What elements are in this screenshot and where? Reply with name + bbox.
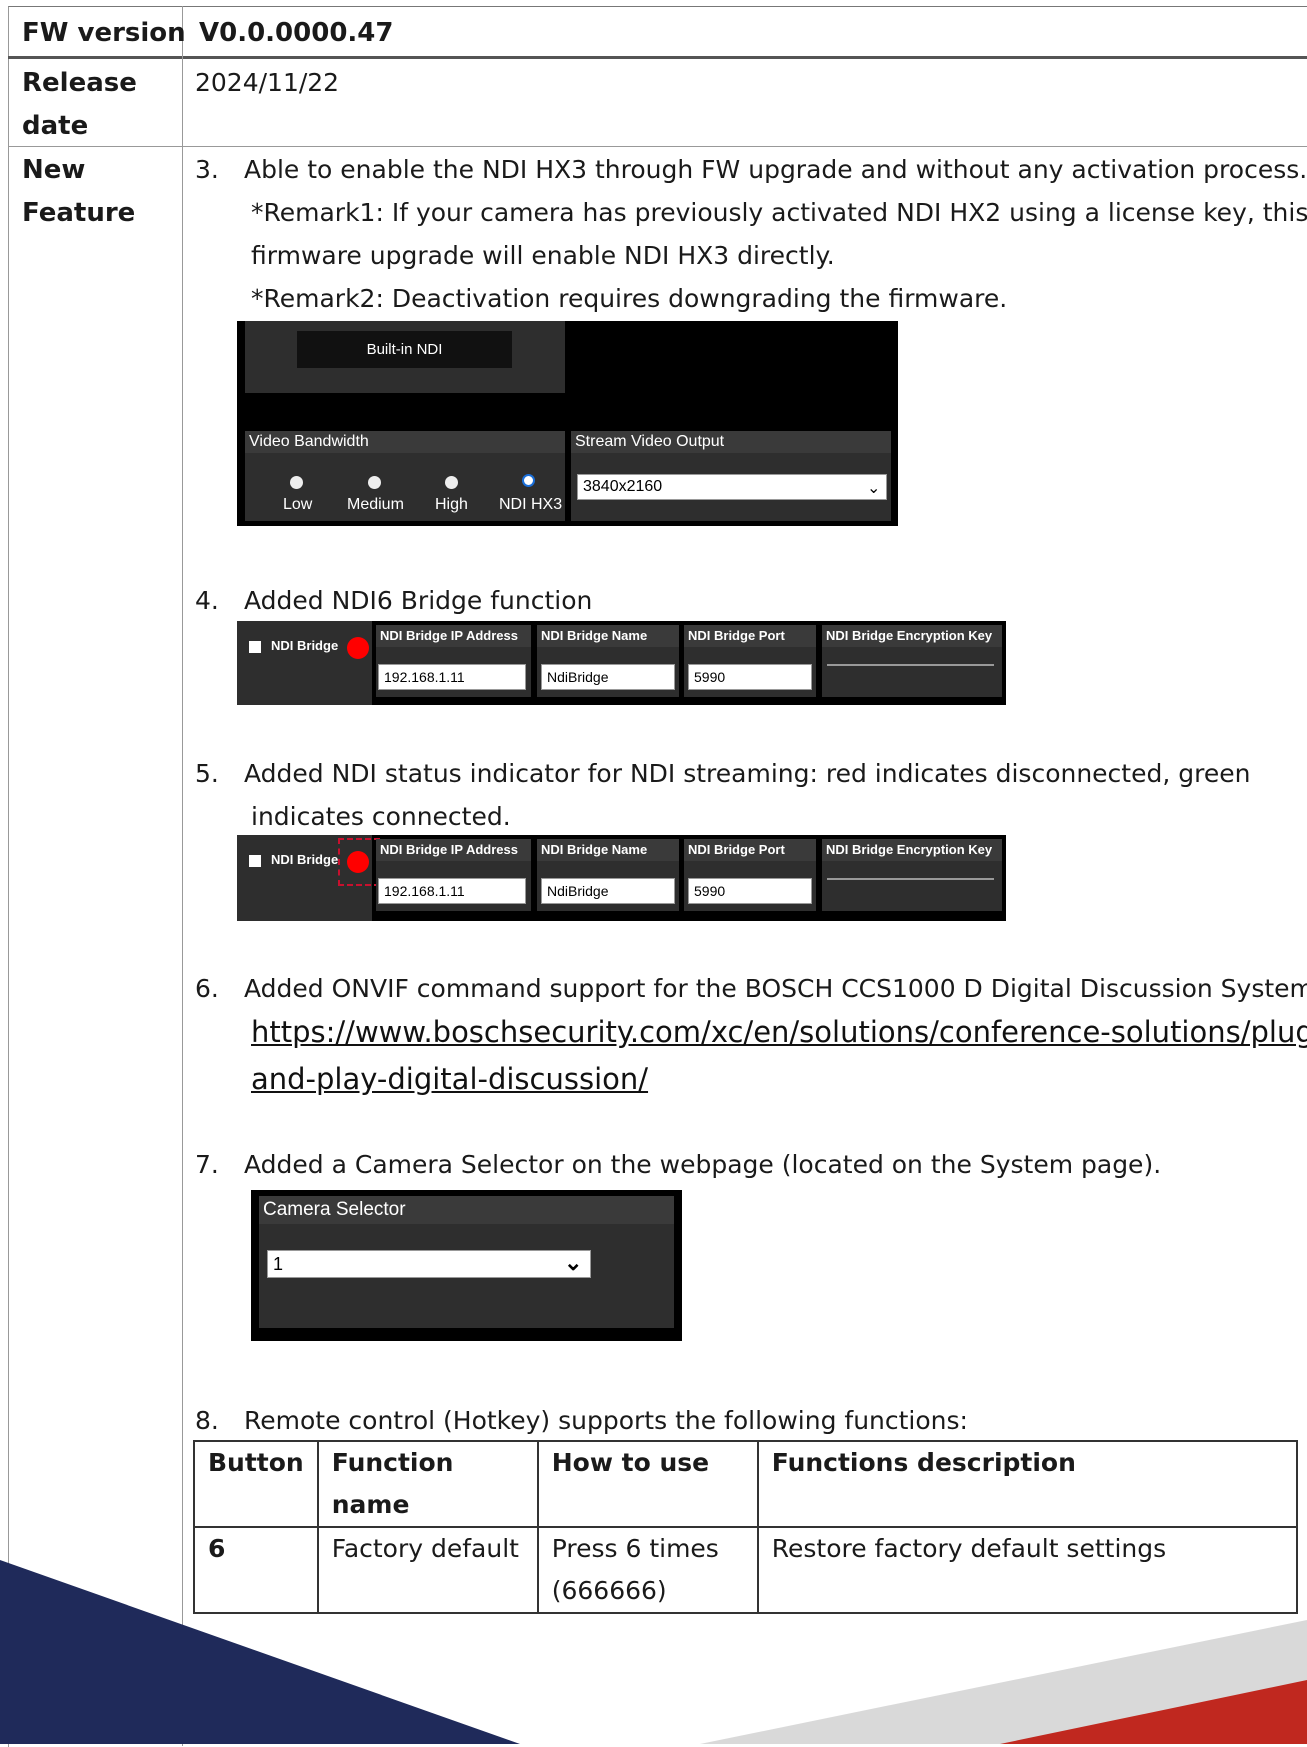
list-item-number: 6. (195, 974, 219, 1003)
bridge-key-header: NDI Bridge Encryption Key (822, 625, 1002, 647)
table-header: Functions description (756, 1440, 1299, 1528)
bridge-name-input[interactable]: NdiBridge (541, 664, 675, 690)
ndi-bridge-status-screenshot: NDI Bridge NDI Bridge IP Address 192.168… (237, 835, 1006, 921)
release-date-label-2: date (22, 111, 89, 141)
bosch-link-continued[interactable]: and-play-digital-discussion/ (251, 1062, 648, 1096)
ndi-status-indicator (347, 637, 369, 659)
table-header: How to use (536, 1440, 759, 1528)
radio-medium[interactable] (368, 476, 381, 489)
ndi-settings-screenshot: Built-in NDI Video Bandwidth Low Medium … (237, 321, 898, 526)
camera-selector-select[interactable]: 1 (267, 1250, 591, 1278)
radio-ndi-hx3[interactable] (522, 474, 535, 487)
radio-label-ndi-hx3: NDI HX3 (499, 496, 563, 513)
bridge-name-header: NDI Bridge Name (537, 839, 679, 861)
footer-decoration (0, 1560, 1307, 1744)
fw-version-value: V0.0.0000.47 (199, 18, 394, 48)
camera-selector-value: 1 (273, 1254, 284, 1274)
ndi-bridge-checkbox[interactable] (249, 641, 261, 653)
table-header-row: Button Function name How to use Function… (193, 1440, 1299, 1528)
radio-label-low: Low (283, 496, 313, 513)
table-header: Button (193, 1440, 319, 1528)
row-divider (8, 146, 1307, 147)
radio-low[interactable] (290, 476, 303, 489)
list-item-number: 7. (195, 1150, 219, 1179)
list-item-number: 5. (195, 759, 219, 788)
ndi-bridge-checkbox-label: NDI Bridge (271, 852, 339, 867)
list-item-continuation: indicates connected. (251, 802, 511, 831)
row-divider (8, 56, 1307, 59)
remark-2: *Remark2: Deactivation requires downgrad… (251, 284, 1008, 313)
new-feature-label-2: Feature (22, 198, 136, 228)
radio-label-high: High (435, 496, 468, 513)
ndi-bridge-checkbox[interactable] (249, 855, 261, 867)
bridge-toggle-panel (237, 621, 372, 705)
radio-label-medium: Medium (347, 496, 404, 513)
builtin-ndi-button[interactable]: Built-in NDI (297, 331, 512, 368)
output-header: Stream Video Output (571, 431, 891, 453)
bridge-port-header: NDI Bridge Port (684, 625, 816, 647)
column-divider (182, 6, 183, 1746)
bridge-port-header: NDI Bridge Port (684, 839, 816, 861)
release-date-label: Release (22, 68, 137, 98)
radio-high[interactable] (445, 476, 458, 489)
list-item-text: Able to enable the NDI HX3 through FW up… (244, 155, 1307, 184)
chevron-down-icon: ⌄ (564, 1250, 583, 1275)
ndi-bridge-checkbox-label: NDI Bridge (271, 638, 339, 653)
camera-selector-screenshot: Camera Selector 1 ⌄ (251, 1190, 682, 1341)
release-date-value: 2024/11/22 (195, 68, 340, 97)
fw-version-label: FW version (22, 18, 186, 48)
list-item-text: Added ONVIF command support for the BOSC… (244, 974, 1307, 1003)
bosch-link[interactable]: https://www.boschsecurity.com/xc/en/solu… (251, 1015, 1307, 1049)
bridge-ip-input[interactable]: 192.168.1.11 (378, 878, 526, 904)
bridge-port-input[interactable]: 5990 (688, 664, 812, 690)
list-item-text: Added NDI status indicator for NDI strea… (244, 759, 1251, 788)
output-select[interactable]: 3840x2160 (577, 474, 887, 500)
bridge-name-input[interactable]: NdiBridge (541, 878, 675, 904)
list-item-text: Added NDI6 Bridge function (244, 586, 593, 615)
list-item-number: 3. (195, 155, 219, 184)
list-item-number: 4. (195, 586, 219, 615)
bridge-ip-header: NDI Bridge IP Address (376, 625, 531, 647)
remark-1-line-2: firmware upgrade will enable NDI HX3 dir… (251, 241, 835, 270)
bridge-key-header: NDI Bridge Encryption Key (822, 839, 1002, 861)
ndi-bridge-screenshot: NDI Bridge NDI Bridge IP Address 192.168… (237, 621, 1006, 705)
new-feature-label: New (22, 155, 86, 185)
bridge-key-input[interactable] (827, 878, 994, 880)
list-item-number: 8. (195, 1406, 219, 1435)
footer-blue-shape (0, 1560, 520, 1744)
highlight-box (338, 838, 380, 886)
output-select-value: 3840x2160 (583, 478, 663, 495)
chevron-down-icon: ⌄ (867, 480, 881, 497)
table-header: Function name (316, 1440, 539, 1528)
bandwidth-header: Video Bandwidth (245, 431, 565, 453)
bridge-name-header: NDI Bridge Name (537, 625, 679, 647)
remark-1-line-1: *Remark1: If your camera has previously … (251, 198, 1307, 227)
bridge-port-input[interactable]: 5990 (688, 878, 812, 904)
list-item-text: Added a Camera Selector on the webpage (… (244, 1150, 1162, 1179)
release-notes-page: FW version V0.0.0000.47 Release date 202… (0, 0, 1307, 1747)
list-item-text: Remote control (Hotkey) supports the fol… (244, 1406, 968, 1435)
bridge-ip-header: NDI Bridge IP Address (376, 839, 531, 861)
bridge-ip-input[interactable]: 192.168.1.11 (378, 664, 526, 690)
camera-selector-header: Camera Selector (259, 1196, 674, 1224)
bridge-key-input[interactable] (827, 664, 994, 666)
